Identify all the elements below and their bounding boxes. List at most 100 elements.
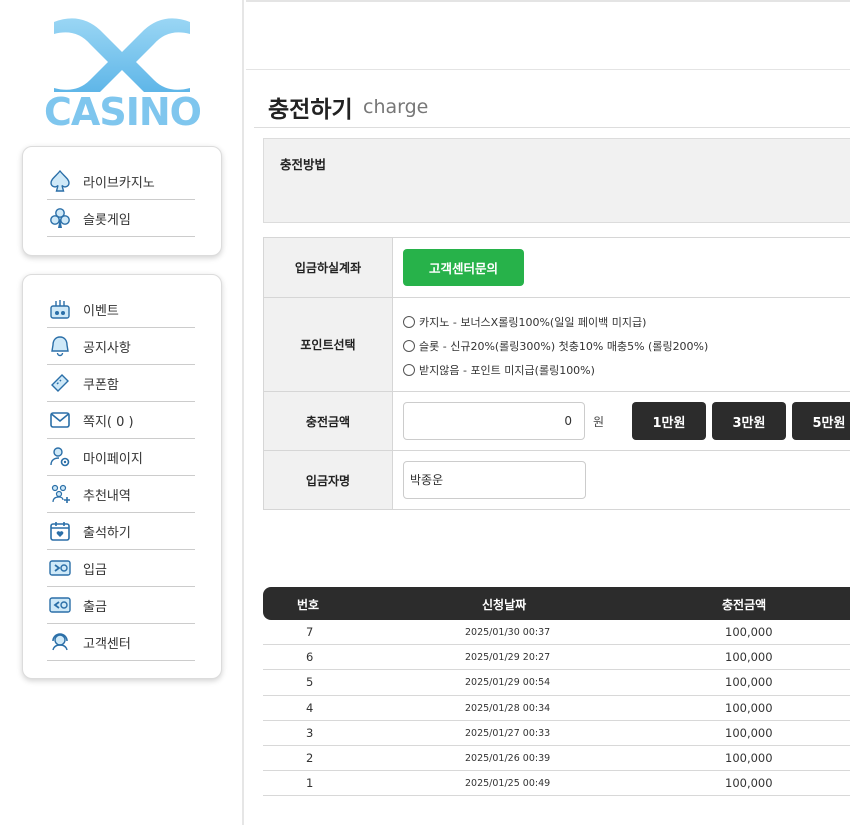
user-gear-icon	[47, 444, 73, 470]
table-row: 4 2025/01/28 00:34 100,000	[263, 696, 850, 721]
mail-icon	[47, 407, 73, 433]
cell-no: 7	[306, 625, 314, 639]
depositor-name-input[interactable]: 박종운	[403, 461, 586, 499]
point-option-label: 받지않음 - 포인트 미지급(롤링100%)	[419, 364, 595, 377]
cell-amount: 100,000	[725, 725, 773, 740]
sidebar-item-attendance[interactable]: 출석하기	[47, 513, 195, 550]
sidebar-item-event[interactable]: 이벤트	[47, 291, 195, 328]
table-row: 6 2025/01/29 20:27 100,000	[263, 645, 850, 671]
page-subtitle: charge	[363, 96, 429, 118]
charge-method-header: 충전방법	[263, 138, 850, 183]
column-header-no: 번호	[297, 598, 320, 612]
table-row: 5 2025/01/29 00:54 100,000	[263, 670, 850, 696]
sidebar-item-label: 고객센터	[83, 636, 131, 652]
sidebar-item-label: 쿠폰함	[83, 377, 119, 393]
divider	[254, 127, 850, 128]
cell-date: 2025/01/29 20:27	[465, 652, 551, 664]
sidebar-item-label: 공지사항	[83, 340, 131, 356]
sidebar-item-referral[interactable]: 추천내역	[47, 476, 195, 513]
cell-date: 2025/01/30 00:37	[465, 627, 551, 638]
charge-form: 입금하실계좌 고객센터문의 포인트선택 카지노 - 보너스X롤링100%(일일 …	[263, 237, 850, 510]
sidebar-item-deposit[interactable]: 입금	[47, 550, 195, 587]
sidebar: CASINO 라이브카지노 슬롯게임 이벤트 공지사항 쿠폰함 쪽지(0) …	[0, 0, 244, 825]
history-table-body: 7 2025/01/30 00:37 100,000 6 2025/01/29 …	[263, 620, 850, 797]
deposit-icon	[47, 555, 73, 581]
users-add-icon	[47, 481, 73, 507]
cell-amount: 100,000	[725, 700, 773, 715]
cell-amount: 100,000	[725, 625, 773, 639]
amount-unit: 원	[593, 415, 605, 429]
point-option-none[interactable]: 받지않음 - 포인트 미지급(롤링100%)	[403, 362, 595, 378]
cell-amount: 100,000	[725, 750, 773, 765]
cell-date: 2025/01/26 00:39	[465, 752, 551, 764]
cell-no: 2	[306, 750, 314, 765]
table-row: 1 2025/01/25 00:49 100,000	[263, 771, 850, 797]
cell-no: 1	[306, 776, 314, 791]
radio-button[interactable]	[403, 316, 415, 328]
top-bar	[246, 0, 850, 70]
point-label: 포인트선택	[263, 298, 393, 391]
game-menu: 라이브카지노 슬롯게임	[22, 146, 222, 256]
withdraw-icon	[47, 592, 73, 618]
cell-no: 6	[306, 650, 314, 665]
sidebar-item-label: 이벤트	[83, 303, 119, 319]
sidebar-item-live-casino[interactable]: 라이브카지노	[47, 163, 195, 200]
column-header-date: 신청날짜	[482, 598, 527, 612]
club-icon	[47, 205, 73, 231]
amount-input[interactable]: 0	[403, 402, 585, 440]
column-header-amount: 충전금액	[722, 598, 767, 612]
cell-date: 2025/01/29 00:54	[465, 677, 551, 689]
cell-no: 5	[306, 675, 314, 690]
bell-icon	[47, 333, 73, 359]
cell-date: 2025/01/27 00:33	[465, 727, 551, 739]
point-option-label: 카지노 - 보너스X롤링100%(일일 페이백 미지급)	[419, 316, 647, 329]
radio-button[interactable]	[403, 340, 415, 352]
point-option-slot[interactable]: 슬롯 - 신규20%(롤링300%) 첫충10% 매충5% (롤링200%)	[403, 338, 708, 354]
sidebar-item-label: 슬롯게임	[83, 212, 131, 228]
sidebar-item-notice[interactable]: 공지사항	[47, 328, 195, 365]
cell-amount: 100,000	[725, 650, 773, 665]
sidebar-item-label: 쪽지( 0 )	[83, 414, 134, 430]
cell-amount: 100,000	[725, 776, 773, 791]
form-row-account: 입금하실계좌 고객센터문의	[263, 238, 850, 298]
depositor-label: 입금자명	[263, 451, 393, 509]
quick-amount-10000-button[interactable]: 1만원	[632, 402, 706, 440]
sidebar-item-mypage[interactable]: 마이페이지	[47, 439, 195, 476]
coupon-icon	[47, 370, 73, 396]
charge-method-body	[263, 182, 850, 223]
table-row: 3 2025/01/27 00:33 100,000	[263, 721, 850, 746]
main-menu: 이벤트 공지사항 쿠폰함 쪽지( 0 ) 마이페이지 추천내역 출석하기 입금 …	[22, 274, 222, 679]
headset-icon	[47, 629, 73, 655]
sidebar-item-label: 추천내역	[83, 488, 131, 504]
cell-amount: 100,000	[725, 675, 773, 690]
form-row-amount: 충전금액 0 원 1만원 3만원 5만원	[263, 392, 850, 451]
customer-center-inquiry-button[interactable]: 고객센터문의	[403, 249, 524, 286]
cell-date: 2025/01/25 00:49	[465, 778, 551, 790]
cell-no: 3	[306, 725, 314, 740]
quick-amount-50000-button[interactable]: 5만원	[792, 402, 850, 440]
radio-button[interactable]	[403, 364, 415, 376]
sidebar-item-label: 출금	[83, 599, 107, 615]
account-label: 입금하실계좌	[263, 238, 393, 297]
sidebar-item-label: 출석하기	[83, 525, 131, 541]
sidebar-item-coupon[interactable]: 쿠폰함	[47, 365, 195, 402]
amount-label: 충전금액	[263, 392, 393, 450]
casino-logo[interactable]: CASINO	[40, 14, 205, 134]
main-content: 충전하기 charge 충전방법 입금하실계좌 고객센터문의 포인트선택 카지노…	[246, 0, 850, 825]
history-table-header: 번호 신청날짜 충전금액	[263, 587, 850, 620]
event-icon	[47, 296, 73, 322]
sidebar-item-label: 마이페이지	[83, 451, 143, 467]
sidebar-item-customer-center[interactable]: 고객센터	[47, 624, 195, 661]
quick-amount-30000-button[interactable]: 3만원	[712, 402, 786, 440]
cell-date: 2025/01/28 00:34	[465, 702, 551, 714]
table-row: 2 2025/01/26 00:39 100,000	[263, 746, 850, 772]
cell-no: 4	[306, 700, 314, 715]
point-option-casino[interactable]: 카지노 - 보너스X롤링100%(일일 페이백 미지급)	[403, 314, 646, 330]
sidebar-item-message[interactable]: 쪽지( 0 )	[47, 402, 195, 439]
form-row-point: 포인트선택 카지노 - 보너스X롤링100%(일일 페이백 미지급) 슬롯 - …	[263, 298, 850, 392]
table-row: 7 2025/01/30 00:37 100,000	[263, 620, 850, 646]
page-title: 충전하기	[268, 97, 353, 123]
sidebar-item-slot-game[interactable]: 슬롯게임	[47, 200, 195, 237]
sidebar-item-withdraw[interactable]: 출금	[47, 587, 195, 624]
calendar-heart-icon	[47, 518, 73, 544]
